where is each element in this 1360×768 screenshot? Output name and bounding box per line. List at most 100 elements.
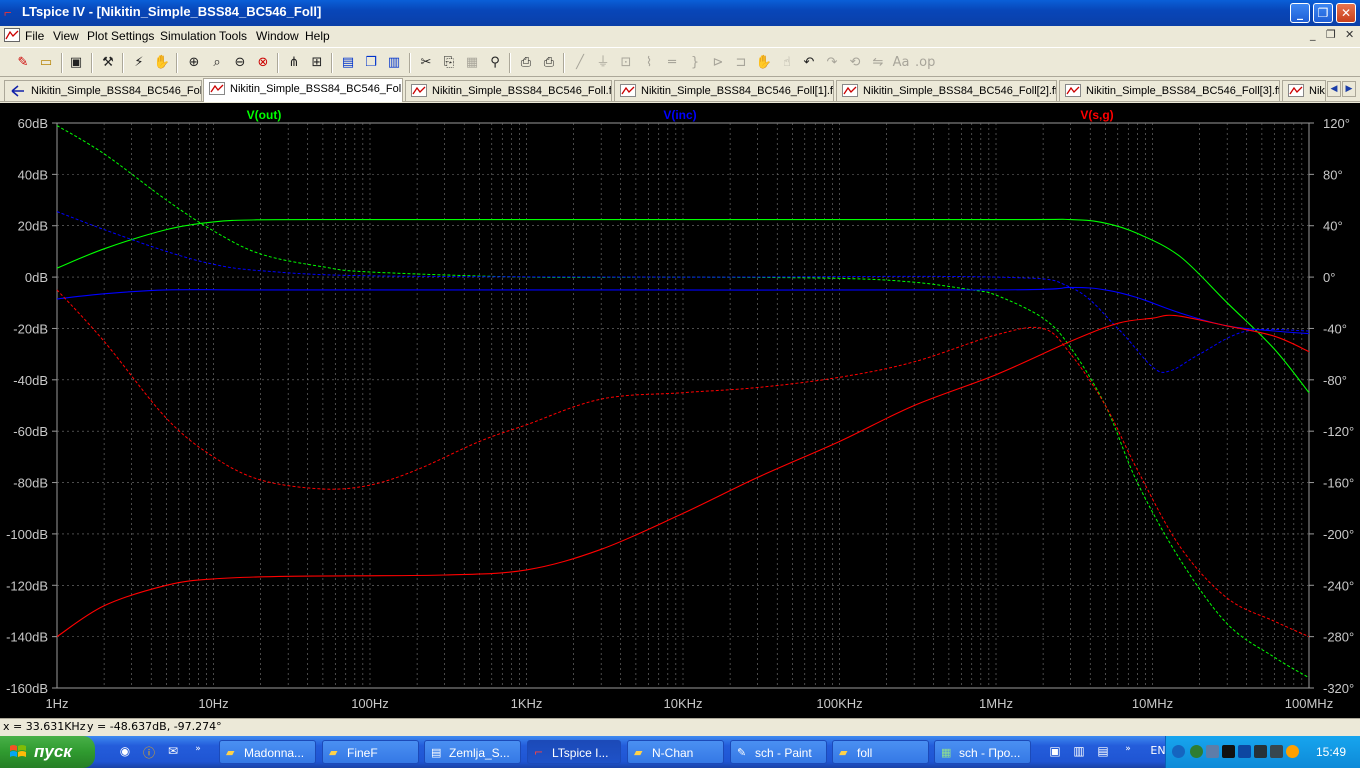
quick-launch-browser-icon[interactable]: ◉: [117, 744, 133, 760]
task-n-chan[interactable]: ▰ N-Chan: [627, 740, 724, 764]
spice-directive-icon[interactable]: .op: [915, 54, 935, 72]
plot-pane[interactable]: 1Hz 10Hz 100Hz 1KHz 10KHz 100KHz 1MHz 10MHz 100M…: [0, 103, 1360, 718]
print-icon[interactable]: ⎙: [540, 54, 558, 72]
save-icon[interactable]: ▣: [67, 54, 85, 72]
x-tick-label: 1KHz: [511, 696, 543, 711]
plot-legend: V(out) V(inc) V(s,g): [247, 108, 1114, 122]
print-preview-icon[interactable]: ⎙: [517, 54, 535, 72]
drag-icon[interactable]: ☝: [778, 54, 796, 72]
x-tick-label: 1MHz: [979, 696, 1013, 711]
tab-plot-more[interactable]: Nik: [1282, 80, 1326, 101]
capacitor-icon[interactable]: ═: [663, 54, 681, 72]
diode-icon[interactable]: ⊳: [709, 54, 727, 72]
mirror-icon[interactable]: ⇋: [869, 54, 887, 72]
tab-scroll-right-icon[interactable]: ▶: [1342, 81, 1356, 97]
plot-icon: [411, 84, 427, 97]
open-folder-icon[interactable]: ▭: [37, 54, 55, 72]
plot-icon: [1288, 84, 1304, 97]
zoom-area-icon[interactable]: ⌕: [208, 54, 226, 72]
tab-plot-fft-1[interactable]: Nikitin_Simple_BSS84_BC546_Foll[1].fft: [614, 80, 834, 101]
ground-icon[interactable]: ⏚: [594, 54, 612, 72]
start-button[interactable]: пуск: [0, 736, 95, 768]
toolbar-app-icon[interactable]: ▤: [1095, 744, 1111, 760]
task-image-viewer[interactable]: ▦ sch - Про...: [934, 740, 1031, 764]
component-icon[interactable]: ⊐: [732, 54, 750, 72]
text-icon[interactable]: Aa: [892, 54, 910, 72]
task-label: FineF: [347, 746, 378, 760]
zoom-fit-icon[interactable]: ⊗: [254, 54, 272, 72]
toolbar-more-icon[interactable]: »: [1120, 744, 1136, 760]
maximize-button[interactable]: ❐: [1313, 3, 1333, 23]
tab-plot-fft-2[interactable]: Nikitin_Simple_BSS84_BC546_Foll[2].fft: [836, 80, 1057, 101]
menu-plot-settings[interactable]: Plot Settings: [87, 29, 154, 43]
mdi-minimize-button[interactable]: _: [1310, 28, 1316, 41]
toolbar-app-icon[interactable]: ▥: [1071, 744, 1087, 760]
plot-grid: [56, 122, 1310, 689]
quick-launch-info-icon[interactable]: ⓘ: [141, 744, 157, 760]
title-bar[interactable]: ⌐ LTspice IV - [Nikitin_Simple_BSS84_BC5…: [0, 0, 1360, 26]
zoom-out-icon[interactable]: ⊖: [231, 54, 249, 72]
tray-app-icon[interactable]: [1254, 745, 1267, 758]
menu-help[interactable]: Help: [305, 29, 330, 43]
grid-icon[interactable]: ⊞: [308, 54, 326, 72]
tile-horizontal-icon[interactable]: ▤: [339, 54, 357, 72]
inductor-icon[interactable]: }: [686, 54, 704, 72]
mdi-close-button[interactable]: ✕: [1345, 28, 1354, 41]
control-panel-icon[interactable]: ⚒: [99, 54, 117, 72]
x-tick-label: 1Hz: [45, 696, 68, 711]
tab-plot-fft[interactable]: Nikitin_Simple_BSS84_BC546_Foll.fft: [405, 80, 612, 101]
quick-launch-app-icon[interactable]: ✉: [165, 744, 181, 760]
pan-icon[interactable]: ✋: [153, 54, 171, 72]
rotate-icon[interactable]: ⟲: [846, 54, 864, 72]
resistor-icon[interactable]: ⌇: [640, 54, 658, 72]
task-madonna[interactable]: ▰ Madonna...: [219, 740, 316, 764]
copy-icon[interactable]: ⎘: [440, 54, 458, 72]
document-icon[interactable]: [4, 28, 20, 45]
menu-tools[interactable]: Tools: [219, 29, 247, 43]
document-icon: ▤: [431, 746, 442, 759]
tray-app-icon[interactable]: [1190, 745, 1203, 758]
tray-app-icon[interactable]: [1270, 745, 1283, 758]
paste-icon[interactable]: ▦: [463, 54, 481, 72]
task-foll[interactable]: ▰ foll: [832, 740, 929, 764]
task-finef[interactable]: ▰ FineF: [322, 740, 419, 764]
cut-icon[interactable]: ✂: [417, 54, 435, 72]
autorange-icon[interactable]: ⋔: [285, 54, 303, 72]
menu-window[interactable]: Window: [256, 29, 299, 43]
menu-view[interactable]: View: [53, 29, 79, 43]
close-button[interactable]: ✕: [1336, 3, 1356, 23]
tile-vertical-icon[interactable]: ▥: [385, 54, 403, 72]
toolbar-app-icon[interactable]: ▣: [1047, 744, 1063, 760]
zoom-in-icon[interactable]: ⊕: [185, 54, 203, 72]
folder-icon: ▰: [329, 746, 338, 759]
quick-launch-more-icon[interactable]: »: [190, 744, 206, 760]
tab-label: Nikitin_Simple_BSS84_BC546_Foll: [230, 83, 403, 95]
tray-network-icon[interactable]: [1238, 745, 1251, 758]
mdi-restore-button[interactable]: ❐: [1326, 28, 1336, 41]
tab-scroll-left-icon[interactable]: ◀: [1327, 81, 1341, 97]
move-icon[interactable]: ✋: [755, 54, 773, 72]
tray-app-icon[interactable]: [1206, 745, 1219, 758]
tray-expand-icon[interactable]: [1172, 745, 1185, 758]
menu-file[interactable]: File: [25, 29, 44, 43]
wire-icon[interactable]: ╱: [571, 54, 589, 72]
redo-icon[interactable]: ↷: [823, 54, 841, 72]
task-ltspice[interactable]: ⌐ LTspice I...: [527, 740, 621, 764]
task-paint[interactable]: ✎ sch - Paint: [730, 740, 827, 764]
task-zemlja[interactable]: ▤ Zemlja_S...: [424, 740, 521, 764]
menu-simulation[interactable]: Simulation: [160, 29, 216, 43]
tab-plot-active[interactable]: Nikitin_Simple_BSS84_BC546_Foll: [203, 78, 403, 102]
label-icon[interactable]: ⊡: [617, 54, 635, 72]
tab-schematic[interactable]: Nikitin_Simple_BSS84_BC546_Foll: [4, 80, 202, 101]
ltspice-window: ⌐ LTspice IV - [Nikitin_Simple_BSS84_BC5…: [0, 0, 1360, 768]
minimize-button[interactable]: _: [1290, 3, 1310, 23]
tray-volume-icon[interactable]: [1286, 745, 1299, 758]
run-icon[interactable]: ⚡: [130, 54, 148, 72]
tab-plot-fft-3[interactable]: Nikitin_Simple_BSS84_BC546_Foll[3].fft: [1059, 80, 1280, 101]
bode-plot[interactable]: 1Hz 10Hz 100Hz 1KHz 10KHz 100KHz 1MHz 10MHz 100M…: [0, 103, 1360, 718]
tray-app-icon[interactable]: [1222, 745, 1235, 758]
cascade-icon[interactable]: ❐: [362, 54, 380, 72]
new-schematic-icon[interactable]: ✎: [14, 54, 32, 72]
find-icon[interactable]: ⚲: [486, 54, 504, 72]
undo-icon[interactable]: ↶: [800, 54, 818, 72]
